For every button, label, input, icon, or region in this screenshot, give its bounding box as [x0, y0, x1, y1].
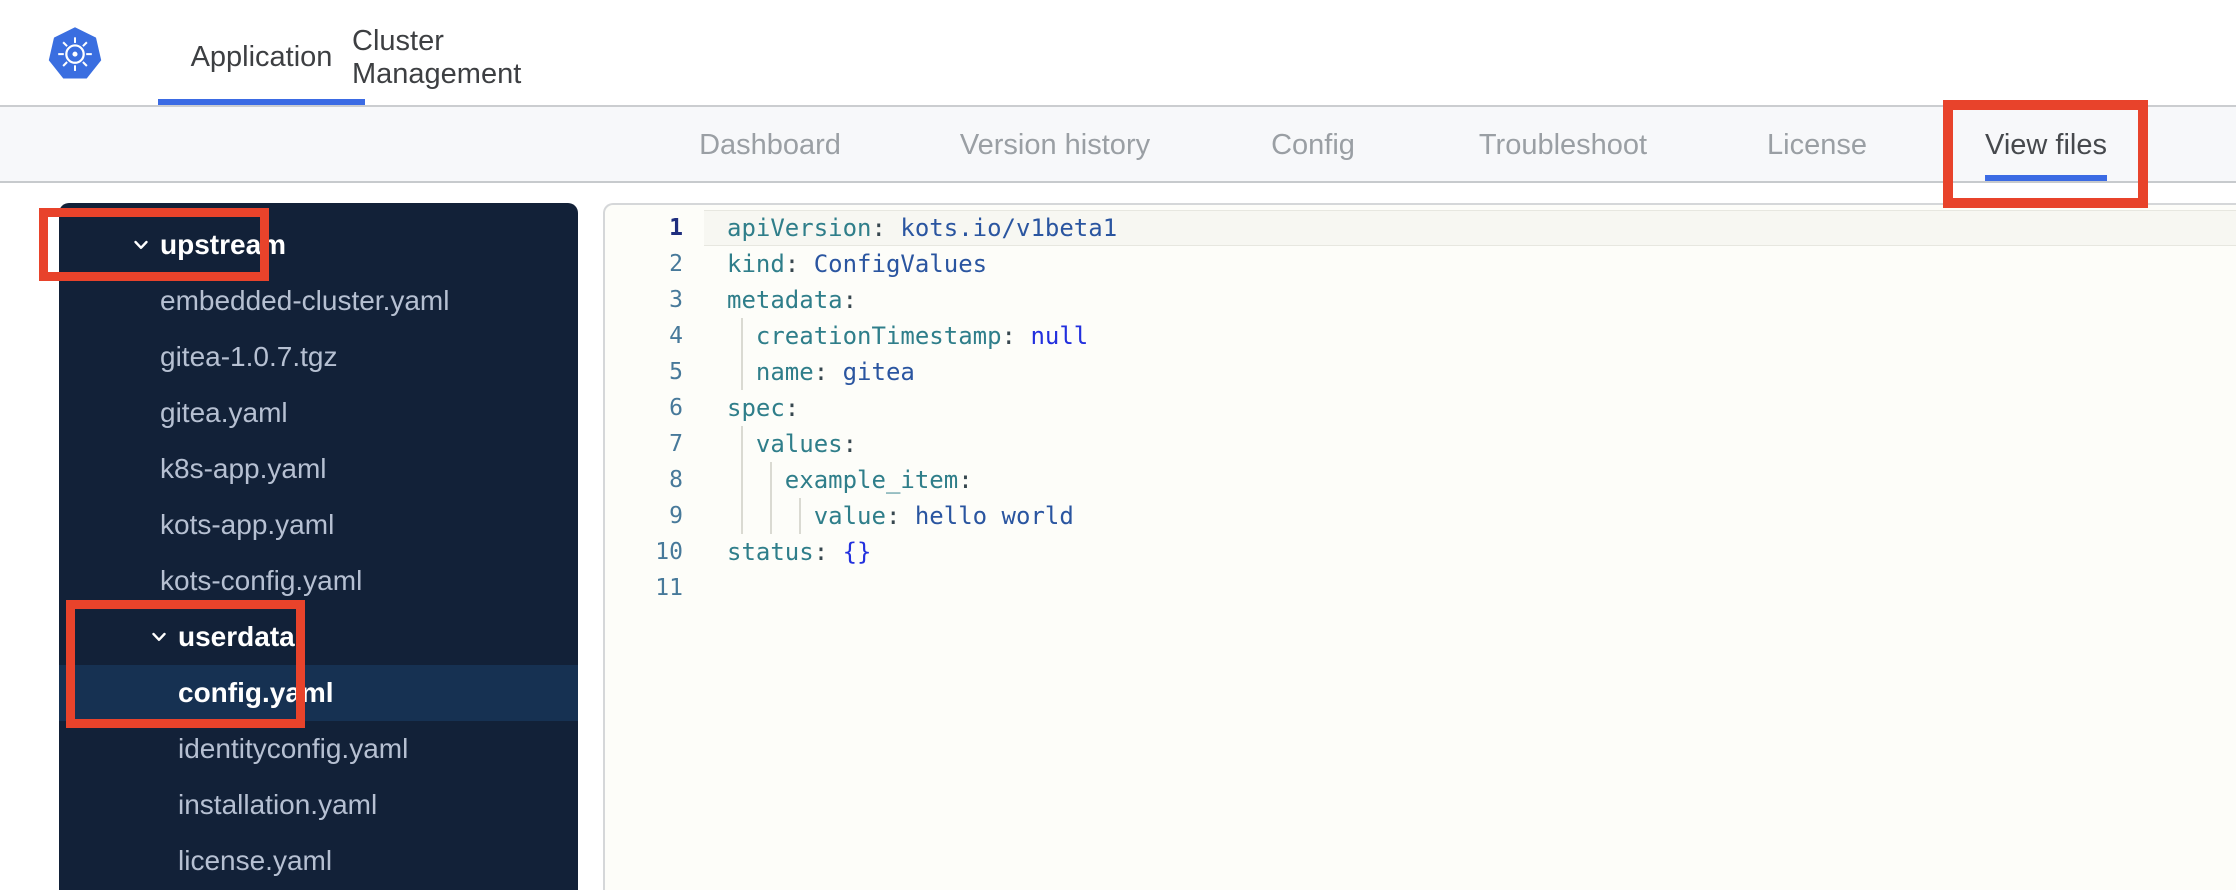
code-line-2[interactable]: 2 kind: ConfigValues [605, 246, 2236, 282]
code-line-8[interactable]: 8 example_item: [605, 462, 2236, 498]
code-content: example_item: [704, 462, 2236, 498]
subnav-tab-label: License [1767, 128, 1867, 161]
line-number: 10 [655, 539, 683, 565]
kubernetes-logo-icon [47, 25, 103, 81]
code-line-5[interactable]: 5 name: gitea [605, 354, 2236, 390]
tree-file-config-yaml[interactable]: config.yaml [59, 665, 578, 721]
file-label: kots-app.yaml [160, 509, 335, 540]
code-content: status: {} [727, 538, 872, 566]
chevron-down-icon [149, 627, 169, 647]
line-number: 11 [655, 575, 683, 601]
tree-file-kots-config-yaml[interactable]: kots-config.yaml [59, 553, 578, 609]
tree-folder-upstream[interactable]: upstream [59, 217, 578, 273]
tree-file-k8s-app-yaml[interactable]: k8s-app.yaml [59, 441, 578, 497]
tree-folder-userdata[interactable]: userdata [59, 609, 578, 665]
tree-file-installation-yaml[interactable]: installation.yaml [59, 777, 578, 833]
subnav-tab-version-history[interactable]: Version history [944, 107, 1166, 183]
indent-guide [741, 498, 744, 534]
indent-guide [741, 426, 744, 462]
line-number: 7 [669, 431, 683, 457]
file-tree: upstream embedded-cluster.yaml gitea-1.0.7… [59, 203, 578, 890]
subnav-tab-label: Troubleshoot [1478, 128, 1648, 161]
subnav-tab-config[interactable]: Config [1255, 107, 1371, 183]
subnav-tab-label: Config [1271, 128, 1355, 161]
tree-file-gitea-1-0-7-tgz[interactable]: gitea-1.0.7.tgz [59, 329, 578, 385]
indent-guide [741, 318, 744, 354]
file-label: kots-config.yaml [160, 565, 363, 596]
tree-file-identityconfig-yaml[interactable]: identityconfig.yaml [59, 721, 578, 777]
file-label: config.yaml [178, 677, 334, 708]
code-line-7[interactable]: 7 values: [605, 426, 2236, 462]
folder-label: userdata [178, 621, 295, 652]
tab-application-label: Application [190, 41, 333, 73]
indent-guide [770, 498, 773, 534]
code-line-4[interactable]: 4 creationTimestamp: null [605, 318, 2236, 354]
code-content: kind: ConfigValues [727, 250, 988, 278]
file-label: gitea-1.0.7.tgz [160, 341, 338, 372]
code-line-9[interactable]: 9 value: hello world [605, 498, 2236, 534]
code-content: value: hello world [704, 498, 2236, 534]
code-editor[interactable]: 1 apiVersion: kots.io/v1beta1 2 kind: Confi… [603, 203, 2236, 890]
subnav-tab-dashboard[interactable]: Dashboard [683, 107, 857, 183]
file-label: gitea.yaml [160, 397, 288, 428]
code-line-6[interactable]: 6 spec: [605, 390, 2236, 426]
file-label: k8s-app.yaml [160, 453, 327, 484]
subnav-tab-view-files[interactable]: View files [1969, 107, 2123, 183]
tree-file-gitea-yaml[interactable]: gitea.yaml [59, 385, 578, 441]
code-content: apiVersion: kots.io/v1beta1 [704, 210, 2236, 246]
code-line-1[interactable]: 1 apiVersion: kots.io/v1beta1 [605, 210, 2236, 246]
app-header: Application Cluster Management [0, 0, 2236, 107]
line-number: 8 [669, 467, 683, 493]
tab-cluster-management[interactable]: Cluster Management [352, 0, 602, 107]
app-subnav: Dashboard Version history Config Troublesho… [0, 107, 2236, 183]
tree-file-kots-app-yaml[interactable]: kots-app.yaml [59, 497, 578, 553]
file-label: installation.yaml [178, 789, 378, 820]
tree-file-license-yaml[interactable]: license.yaml [59, 833, 578, 889]
subnav-tab-label: View files [1985, 128, 2107, 161]
line-number: 2 [669, 251, 683, 277]
code-content: spec: [727, 394, 800, 422]
code-line-10[interactable]: 10 status: {} [605, 534, 2236, 570]
line-number: 1 [669, 215, 683, 241]
line-number: 3 [669, 287, 683, 313]
subnav-tab-troubleshoot[interactable]: Troubleshoot [1463, 107, 1663, 183]
subnav-tab-label: Version history [959, 128, 1151, 161]
subnav-tab-label: Dashboard [699, 128, 841, 161]
file-label: license.yaml [178, 845, 333, 876]
file-label: identityconfig.yaml [178, 733, 409, 764]
line-number: 4 [669, 323, 683, 349]
code-line-11[interactable]: 11 [605, 570, 2236, 606]
indent-guide [741, 354, 744, 390]
indent-guide [799, 498, 802, 534]
line-number: 5 [669, 359, 683, 385]
indent-guide [741, 462, 744, 498]
chevron-down-icon [131, 235, 151, 255]
indent-guide [770, 462, 773, 498]
code-line-3[interactable]: 3 metadata: [605, 282, 2236, 318]
code-content: values: [704, 426, 2236, 462]
tab-cluster-management-label: Cluster Management [352, 24, 522, 90]
folder-label: upstream [160, 229, 287, 260]
line-number: 6 [669, 395, 683, 421]
code-content: creationTimestamp: null [704, 318, 2236, 354]
code-content [704, 570, 2236, 606]
kots-admin-console: Application Cluster Management Dashboard… [0, 0, 2236, 890]
code-content: metadata: [727, 286, 858, 314]
file-label: embedded-cluster.yaml [160, 285, 450, 316]
line-number: 9 [669, 503, 683, 529]
subnav-tab-license[interactable]: License [1751, 107, 1883, 183]
tree-file-embedded-cluster-yaml[interactable]: embedded-cluster.yaml [59, 273, 578, 329]
code-content: name: gitea [704, 354, 2236, 390]
tab-application[interactable]: Application [158, 0, 365, 107]
